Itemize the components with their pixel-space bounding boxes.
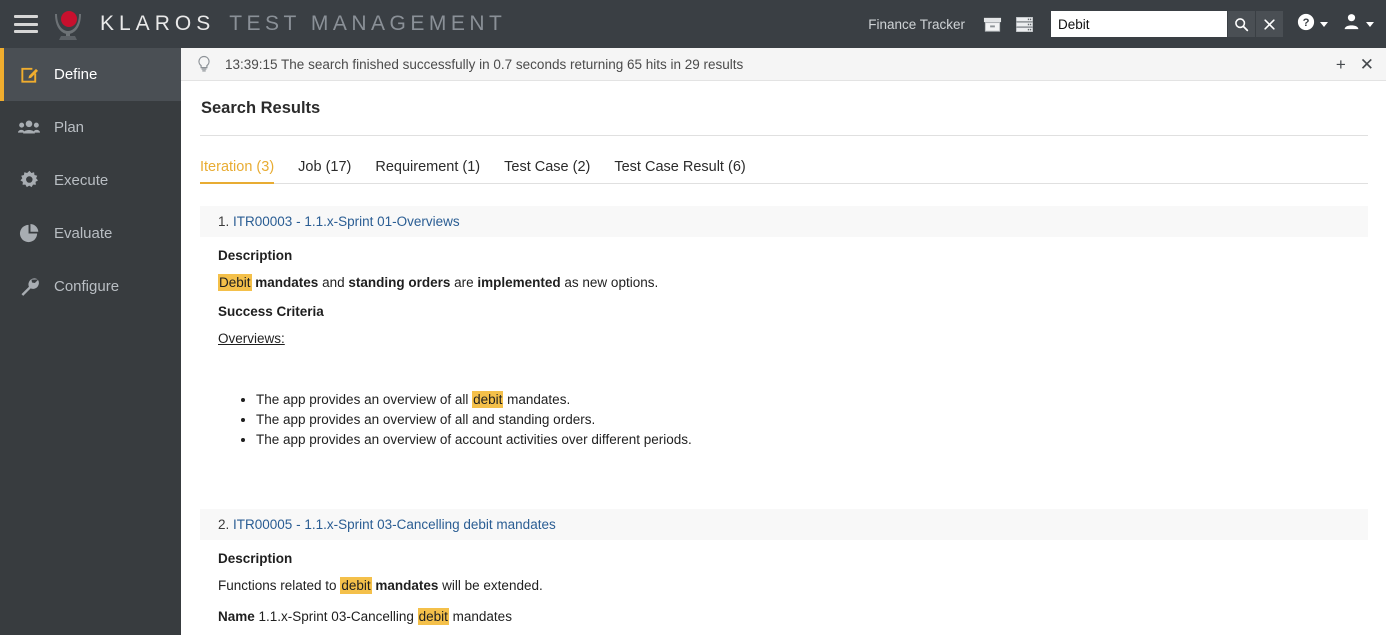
success-criteria-heading: Overviews: — [218, 331, 1368, 346]
result-title-link[interactable]: ITR00005 - 1.1.x-Sprint 03-Cancelling de… — [233, 517, 556, 532]
highlight-term: debit — [418, 608, 449, 625]
result-item: 1. ITR00003 - 1.1.x-Sprint 01-Overviews … — [200, 206, 1368, 451]
server-stack-icon[interactable] — [1011, 11, 1037, 37]
results-list: 1. ITR00003 - 1.1.x-Sprint 01-Overviews … — [181, 206, 1386, 635]
pie-chart-icon — [18, 223, 40, 245]
result-body: Description Functions related to debit m… — [200, 551, 1368, 635]
search-icon[interactable] — [1227, 11, 1255, 37]
list-item: The app provides an overview of all and … — [256, 410, 1368, 430]
svg-text:?: ? — [1303, 17, 1310, 29]
page-title: Search Results — [181, 81, 1386, 118]
result-title-link[interactable]: ITR00003 - 1.1.x-Sprint 01-Overviews — [233, 214, 460, 229]
highlight-term: debit — [472, 391, 503, 408]
list-item: The app provides an overview of all debi… — [256, 390, 1368, 410]
result-tabs: Iteration (3) Job (17) Requirement (1) T… — [200, 154, 1368, 184]
list-item: The app provides an overview of account … — [256, 430, 1368, 450]
brand-primary: KLAROS — [100, 12, 215, 36]
wrench-icon — [18, 276, 40, 298]
sidebar-item-label: Plan — [54, 119, 84, 136]
result-item: 2. ITR00005 - 1.1.x-Sprint 03-Cancelling… — [200, 509, 1368, 635]
sidebar-item-evaluate[interactable]: Evaluate — [0, 207, 181, 260]
users-icon — [18, 117, 40, 139]
sidebar-item-label: Define — [54, 66, 97, 83]
name-field: Name 1.1.x-Sprint 03-Cancelling debit ma… — [218, 607, 1368, 627]
sidebar-item-plan[interactable]: Plan — [0, 101, 181, 154]
user-menu[interactable] — [1342, 12, 1374, 36]
highlight-term: Debit — [218, 274, 252, 291]
header-right-controls: Finance Tracker — [868, 0, 1386, 48]
tab-requirement[interactable]: Requirement (1) — [363, 159, 492, 183]
brand-secondary: TEST MANAGEMENT — [229, 12, 506, 36]
search-input[interactable] — [1051, 11, 1227, 37]
lightbulb-icon — [195, 55, 213, 73]
klaros-logo-icon[interactable] — [48, 4, 88, 44]
tab-iteration[interactable]: Iteration (3) — [200, 159, 286, 183]
success-criteria-label: Success Criteria — [218, 304, 1368, 319]
tab-test-case[interactable]: Test Case (2) — [492, 159, 602, 183]
search-bar — [1051, 11, 1283, 37]
sidebar-item-label: Configure — [54, 278, 119, 295]
result-number: 1. — [218, 214, 229, 229]
sidebar-item-label: Evaluate — [54, 225, 112, 242]
tab-job[interactable]: Job (17) — [286, 159, 363, 183]
sidebar-item-define[interactable]: Define — [0, 48, 181, 101]
archive-box-icon[interactable] — [979, 11, 1005, 37]
notification-actions: + ✕ — [1336, 56, 1374, 73]
result-header: 2. ITR00005 - 1.1.x-Sprint 03-Cancelling… — [200, 509, 1368, 540]
description-label: Description — [218, 551, 1368, 566]
sidebar-item-configure[interactable]: Configure — [0, 260, 181, 313]
chevron-down-icon — [1366, 22, 1374, 27]
section-spacer — [200, 451, 1368, 487]
description-text: Functions related to debit mandates will… — [218, 576, 1368, 596]
clear-x-icon[interactable] — [1255, 11, 1283, 37]
chevron-down-icon — [1320, 22, 1328, 27]
close-notification-button[interactable]: ✕ — [1360, 56, 1374, 73]
notification-message: 13:39:15 The search finished successfull… — [225, 57, 743, 72]
result-header: 1. ITR00003 - 1.1.x-Sprint 01-Overviews — [200, 206, 1368, 237]
app-header: KLAROS TEST MANAGEMENT Finance Tracker — [0, 0, 1386, 48]
question-circle-icon: ? — [1297, 13, 1315, 36]
highlight-term: debit — [340, 577, 371, 594]
help-menu[interactable]: ? — [1297, 13, 1328, 36]
pencil-square-icon — [18, 64, 40, 86]
sidebar: Define Plan Execute — [0, 48, 181, 635]
description-text: Debit mandates and standing orders are i… — [218, 273, 1368, 293]
user-avatar-icon — [1342, 12, 1361, 36]
notification-bar: 13:39:15 The search finished successfull… — [181, 48, 1386, 81]
hamburger-menu-icon[interactable] — [14, 15, 38, 33]
result-number: 2. — [218, 517, 229, 532]
sidebar-item-execute[interactable]: Execute — [0, 154, 181, 207]
brand: KLAROS TEST MANAGEMENT — [100, 12, 506, 36]
add-notification-button[interactable]: + — [1336, 56, 1346, 73]
description-label: Description — [218, 248, 1368, 263]
tab-test-case-result[interactable]: Test Case Result (6) — [602, 159, 757, 183]
main-content: 13:39:15 The search finished successfull… — [181, 48, 1386, 635]
success-criteria-list: The app provides an overview of all debi… — [218, 390, 1368, 451]
title-divider — [200, 135, 1368, 136]
gear-icon — [18, 170, 40, 192]
sidebar-item-label: Execute — [54, 172, 108, 189]
result-body: Description Debit mandates and standing … — [200, 248, 1368, 451]
project-name[interactable]: Finance Tracker — [868, 17, 965, 32]
name-label: Name — [218, 609, 255, 624]
